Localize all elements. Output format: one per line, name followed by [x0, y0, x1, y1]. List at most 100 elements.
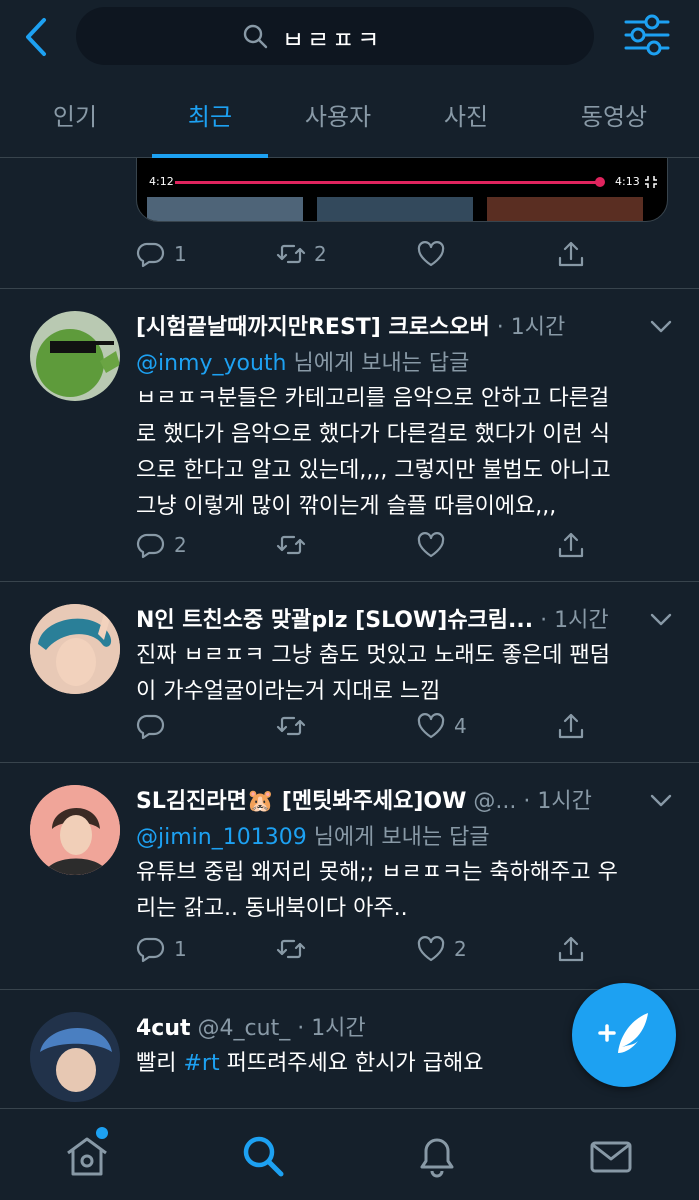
tweet-time: 1시간 [311, 1016, 366, 1041]
reply-count: 1 [174, 937, 187, 961]
tweet-time: 1시간 [537, 789, 592, 814]
display-name[interactable]: N인 트친소중 맞괄plz [SLOW]슈크림... [136, 608, 533, 633]
chevron-down-icon[interactable] [650, 794, 672, 808]
share-button[interactable] [556, 929, 594, 969]
avatar[interactable] [30, 1012, 120, 1102]
tweet-meta: @... · 1시간 [473, 789, 592, 814]
video-scrubber[interactable] [595, 177, 605, 187]
video-player[interactable]: 4:12 4:13 [136, 158, 668, 222]
tweet-time: 1시간 [510, 315, 566, 340]
video-thumbnail [487, 197, 643, 221]
tweet-header: 4cut @4_cut_ · 1시간 [136, 1010, 366, 1042]
avatar[interactable] [30, 785, 120, 875]
tweet-actions: 4 [136, 706, 586, 746]
like-icon [416, 934, 446, 964]
tab-label: 최근 [187, 103, 233, 131]
tab-label: 사용자 [304, 103, 372, 131]
like-button[interactable]: 4 [416, 706, 467, 746]
home-notification-dot [96, 1127, 108, 1139]
display-name[interactable]: 4cut [136, 1016, 191, 1041]
back-arrow-icon[interactable] [18, 14, 58, 60]
share-icon [556, 530, 586, 560]
chevron-down-icon[interactable] [650, 320, 672, 334]
home-icon[interactable] [64, 1133, 110, 1179]
chevron-down-icon[interactable] [650, 613, 672, 627]
share-button[interactable] [556, 706, 594, 746]
timeline[interactable]: 4:12 4:13 1 2 [시험끝날때까지만REST] 크로스오버 · 1시간… [0, 158, 699, 1108]
tweet[interactable]: N인 트친소중 맞괄plz [SLOW]슈크림... · 1시간 진짜 ㅂㄹㅍㅋ… [0, 582, 699, 762]
share-button[interactable] [556, 525, 594, 565]
retweet-button[interactable] [276, 525, 314, 565]
reply-icon [136, 711, 166, 741]
retweet-count: 2 [314, 242, 327, 266]
messages-icon[interactable] [588, 1133, 634, 1179]
user-handle[interactable]: @... [473, 789, 516, 814]
fullscreen-icon[interactable] [645, 175, 657, 189]
video-elapsed: 4:12 [149, 175, 174, 188]
tweet-meta: @4_cut_ · 1시간 [197, 1016, 366, 1041]
tweet-actions: 1 2 [136, 234, 586, 274]
retweet-button[interactable]: 2 [276, 234, 327, 274]
reply-button[interactable]: 1 [136, 929, 187, 969]
mention-link[interactable]: @jimin_101309 [136, 825, 307, 850]
tab-label: 동영상 [580, 103, 648, 131]
share-icon [556, 239, 586, 269]
retweet-icon [276, 711, 306, 741]
share-icon [556, 934, 586, 964]
compose-tweet-icon [598, 1013, 648, 1053]
tweet-header: N인 트친소중 맞괄plz [SLOW]슈크림... · 1시간 [136, 602, 609, 634]
reply-button[interactable]: 1 [136, 234, 187, 274]
filter-icon[interactable] [624, 14, 670, 56]
like-button[interactable]: 2 [416, 929, 467, 969]
avatar[interactable] [30, 311, 120, 401]
tab-photos[interactable]: 사진 [414, 86, 518, 158]
reply-icon [136, 530, 166, 560]
notifications-icon[interactable] [414, 1133, 460, 1179]
tweet-meta: · 1시간 [496, 315, 566, 340]
tab-latest[interactable]: 최근 [152, 86, 268, 158]
reply-context: @inmy_youth 님에게 보내는 답글 [136, 345, 469, 377]
like-icon [416, 239, 446, 269]
like-button[interactable] [416, 234, 454, 274]
display-name[interactable]: SL김진라면🐹 [멘팃봐주세요]OW [136, 789, 466, 814]
mention-link[interactable]: @inmy_youth [136, 351, 287, 376]
tweet[interactable]: [시험끝날때까지만REST] 크로스오버 · 1시간 @inmy_youth 님… [0, 289, 699, 581]
retweet-icon [276, 530, 306, 560]
tweet-text-line: 로 했다가 음악으로 했다가 다른걸로 했다가 이런 식 [136, 422, 610, 447]
tweet-header: SL김진라면🐹 [멘팃봐주세요]OW @... · 1시간 [136, 783, 592, 815]
search-input[interactable]: ㅂㄹㅍㅋ [76, 7, 594, 65]
search-icon [243, 24, 268, 49]
like-button[interactable] [416, 525, 454, 565]
compose-tweet-button[interactable] [572, 983, 676, 1087]
tweet-actions: 2 [136, 525, 586, 565]
bottom-nav [0, 1108, 699, 1200]
display-name[interactable]: [시험끝날때까지만REST] 크로스오버 [136, 315, 490, 340]
tweet-text: 유튜브 중립 왜저리 못해;; ㅂㄹㅍㅋ는 축하해주고 우 리는 갉고.. 동내… [136, 855, 676, 927]
tweet[interactable]: SL김진라면🐹 [멘팃봐주세요]OW @... · 1시간 @jimin_101… [0, 763, 699, 989]
reply-context: @jimin_101309 님에게 보내는 답글 [136, 819, 490, 851]
tweet-time: 1시간 [554, 608, 609, 633]
tweet-meta: · 1시간 [540, 608, 609, 633]
reply-count: 2 [174, 533, 187, 557]
retweet-button[interactable] [276, 706, 314, 746]
hashtag-link[interactable]: #rt [183, 1051, 219, 1076]
reply-icon [136, 934, 166, 964]
tab-top[interactable]: 인기 [20, 86, 130, 158]
share-button[interactable] [556, 234, 594, 274]
tab-people[interactable]: 사용자 [286, 86, 390, 158]
search-icon[interactable] [240, 1133, 286, 1179]
reply-button[interactable] [136, 706, 174, 746]
reply-button[interactable]: 2 [136, 525, 187, 565]
avatar[interactable] [30, 604, 120, 694]
tab-label: 사진 [443, 103, 489, 131]
reply-suffix: 님에게 보내는 답글 [286, 351, 470, 376]
tab-label: 인기 [52, 103, 98, 131]
tweet-text-line: 리는 갉고.. 동내북이다 아주.. [136, 896, 408, 921]
video-progress-bar[interactable] [175, 181, 599, 184]
tab-videos[interactable]: 동영상 [554, 86, 674, 158]
search-query: ㅂㄹㅍㅋ [282, 26, 383, 54]
tweet-text-line: 으로 한다고 알고 있는데,,,, 그렇지만 불법도 아니고 [136, 458, 611, 483]
tweet-text-part: 퍼뜨려주세요 한시가 급해요 [219, 1051, 484, 1076]
retweet-button[interactable] [276, 929, 314, 969]
user-handle[interactable]: @4_cut_ [198, 1016, 291, 1041]
